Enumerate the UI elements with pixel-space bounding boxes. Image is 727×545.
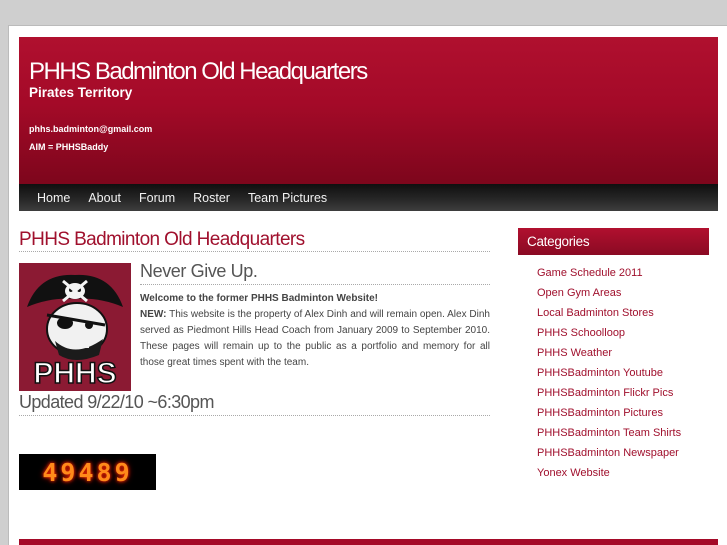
post-body: Welcome to the former PHHS Badminton Web…: [140, 291, 490, 371]
category-link[interactable]: PHHSBadminton Newspaper: [537, 446, 681, 466]
category-link[interactable]: PHHSBadminton Team Shirts: [537, 426, 681, 446]
site-tagline: Pirates Territory: [29, 85, 133, 100]
category-link[interactable]: PHHSBadminton Youtube: [537, 366, 681, 386]
category-link[interactable]: PHHSBadminton Flickr Pics: [537, 386, 681, 406]
category-link[interactable]: Yonex Website: [537, 466, 681, 486]
nav-item-team-pictures[interactable]: Team Pictures: [248, 191, 327, 205]
category-list: Game Schedule 2011 Open Gym Areas Local …: [537, 266, 681, 486]
post-title[interactable]: PHHS Badminton Old Headquarters: [19, 229, 305, 251]
post-paragraph: This website is the property of Alex Din…: [140, 309, 490, 368]
main-nav: Home About Forum Roster Team Pictures: [19, 184, 718, 211]
divider: [140, 284, 490, 285]
sidebar-heading: Categories: [518, 228, 709, 255]
post-subheading: Never Give Up.: [140, 261, 258, 281]
hit-counter-value: 49489: [42, 457, 133, 487]
footer-bar: [19, 539, 718, 545]
new-label: NEW:: [140, 309, 167, 320]
category-link[interactable]: Open Gym Areas: [537, 286, 681, 306]
pirate-logo-icon: PHHS: [27, 274, 123, 391]
nav-item-about[interactable]: About: [88, 191, 121, 205]
site-header: PHHS Badminton Old Headquarters Pirates …: [19, 37, 718, 184]
pirate-logo-image: PHHS: [19, 263, 131, 391]
nav-item-home[interactable]: Home: [37, 191, 70, 205]
category-link[interactable]: PHHS Weather: [537, 346, 681, 366]
category-link[interactable]: PHHSBadminton Pictures: [537, 406, 681, 426]
nav-item-roster[interactable]: Roster: [193, 191, 230, 205]
contact-aim: AIM = PHHSBaddy: [29, 142, 109, 152]
category-link[interactable]: Game Schedule 2011: [537, 266, 681, 286]
divider: [19, 415, 490, 416]
logo-text: PHHS: [33, 357, 116, 390]
hit-counter: 49489: [19, 454, 156, 490]
updated-heading: Updated 9/22/10 ~6:30pm: [19, 392, 214, 412]
contact-email: phhs.badminton@gmail.com: [29, 124, 153, 134]
category-link[interactable]: PHHS Schoolloop: [537, 326, 681, 346]
welcome-text: Welcome to the former PHHS Badminton Web…: [140, 293, 378, 304]
nav-item-forum[interactable]: Forum: [139, 191, 175, 205]
page-container: PHHS Badminton Old Headquarters Pirates …: [8, 25, 727, 545]
category-link[interactable]: Local Badminton Stores: [537, 306, 681, 326]
site-title[interactable]: PHHS Badminton Old Headquarters: [29, 58, 368, 86]
divider: [19, 251, 490, 252]
